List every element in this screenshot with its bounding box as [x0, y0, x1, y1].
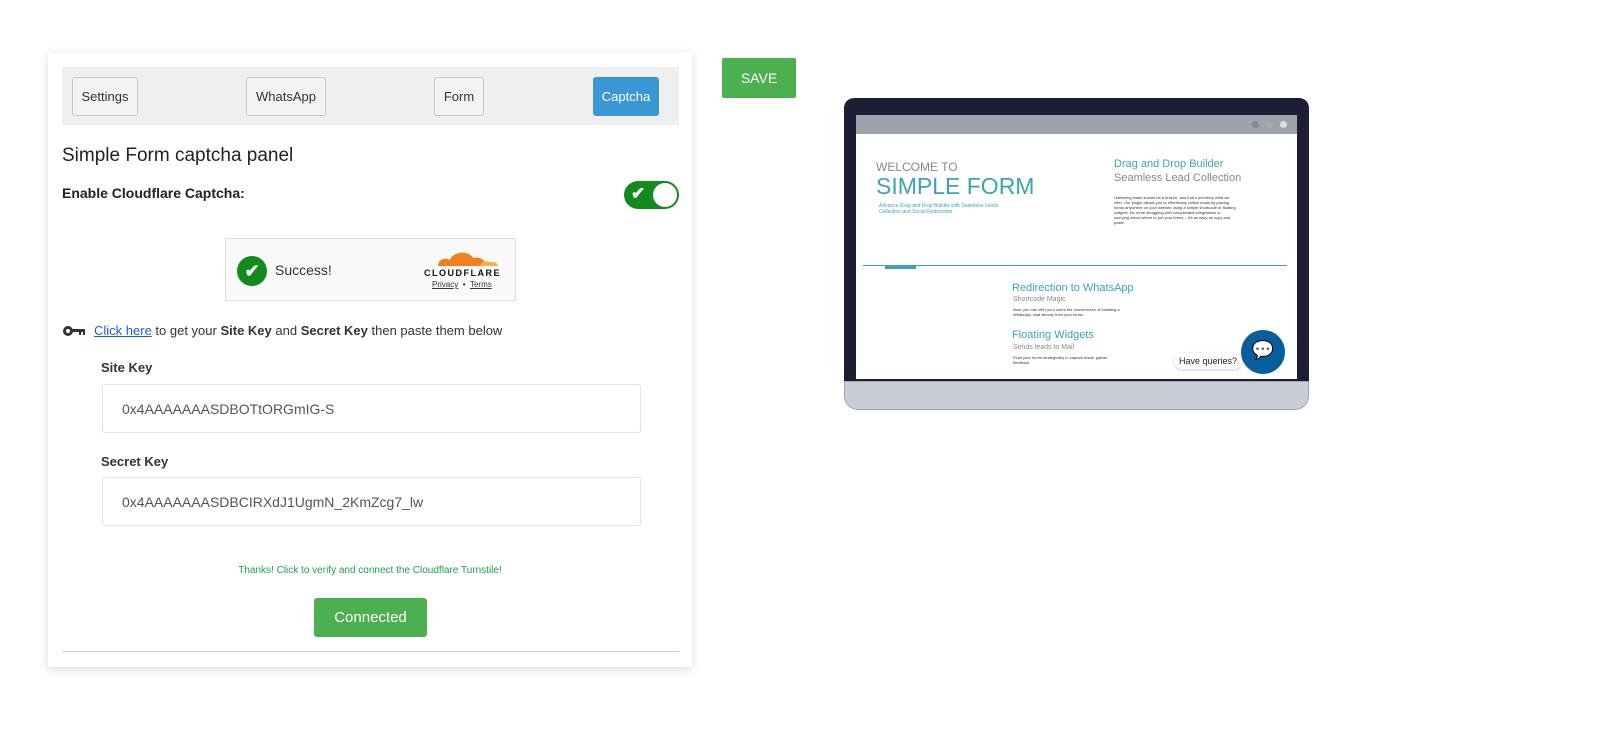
hint-bold: Site Key [220, 323, 272, 338]
preview-p1: Gathering leads should be a breeze, and … [1114, 195, 1236, 225]
tab-whatsapp[interactable]: WhatsApp [246, 77, 326, 116]
key-icon [63, 325, 85, 336]
secret-key-label: Secret Key [101, 454, 169, 469]
welcome-text: WELCOME TO [876, 160, 958, 174]
preview-subtitle: Advance Drag and Drop Builder with Seaml… [879, 203, 999, 215]
hint-text: to get your [151, 323, 221, 338]
tab-form[interactable]: Form [434, 77, 484, 116]
preview-h3sub: Sends leads to Mail [1013, 344, 1075, 351]
cloudflare-logo: CLOUDFLARE [424, 268, 501, 278]
preview-h2: Redirection to WhatsApp [1012, 282, 1134, 294]
site-key-label: Site Key [101, 360, 153, 375]
cloudflare-cloud-icon [438, 252, 498, 266]
terms-link[interactable]: Terms [470, 280, 492, 289]
success-check-icon: ✔ [237, 256, 267, 286]
separator: • [462, 280, 466, 289]
preview-h1sub: Seamless Lead Collection [1114, 172, 1242, 184]
secret-key-input[interactable] [102, 477, 641, 526]
site-key-input[interactable] [102, 384, 641, 433]
preview-h1: Drag and Drop Builder [1114, 158, 1224, 170]
divider [62, 651, 679, 652]
tab-captcha[interactable]: Captcha [593, 77, 659, 116]
enable-captcha-label: Enable Cloudflare Captcha: [62, 185, 245, 201]
page-title: Simple Form captcha panel [62, 145, 294, 166]
privacy-link[interactable]: Privacy [432, 280, 458, 289]
chat-bubble-icon[interactable]: 💬 [1241, 330, 1285, 374]
get-keys-link[interactable]: Click here [94, 323, 152, 338]
check-icon: ✔ [631, 184, 646, 203]
preview-laptop: WELCOME TO SIMPLE FORM Advance Drag and … [844, 98, 1309, 410]
key-hint: Click here to get your Site Key and Secr… [62, 323, 502, 338]
hint-bold: Secret Key [300, 323, 368, 338]
hint-text: and [271, 323, 301, 338]
enable-captcha-toggle[interactable]: ✔ [624, 181, 679, 209]
preview-screen: WELCOME TO SIMPLE FORM Advance Drag and … [856, 115, 1297, 379]
turnstile-status: Success! [275, 262, 332, 278]
captcha-panel: Settings WhatsApp Form Captcha Simple Fo… [48, 53, 692, 667]
chat-label[interactable]: Have queries? [1174, 353, 1243, 369]
tab-settings[interactable]: Settings [72, 77, 138, 116]
preview-p2: Now, you can offer your users the conven… [1013, 307, 1120, 317]
status-message: Thanks! Click to verify and connect the … [238, 565, 502, 576]
preview-h2sub: Shortcode Magic [1013, 296, 1066, 303]
save-button[interactable]: SAVE [722, 58, 796, 98]
preview-title: SIMPLE FORM [876, 173, 1035, 199]
turnstile-widget[interactable]: ✔ Success! CLOUDFLARE Privacy • Terms [225, 238, 516, 301]
preview-h3: Floating Widgets [1012, 329, 1094, 341]
tab-bar: Settings WhatsApp Form Captcha [62, 67, 679, 125]
hint-text: then paste them below [367, 323, 503, 338]
connected-button[interactable]: Connected [314, 598, 427, 637]
preview-p3: Float your forms strategically to captur… [1013, 355, 1108, 365]
